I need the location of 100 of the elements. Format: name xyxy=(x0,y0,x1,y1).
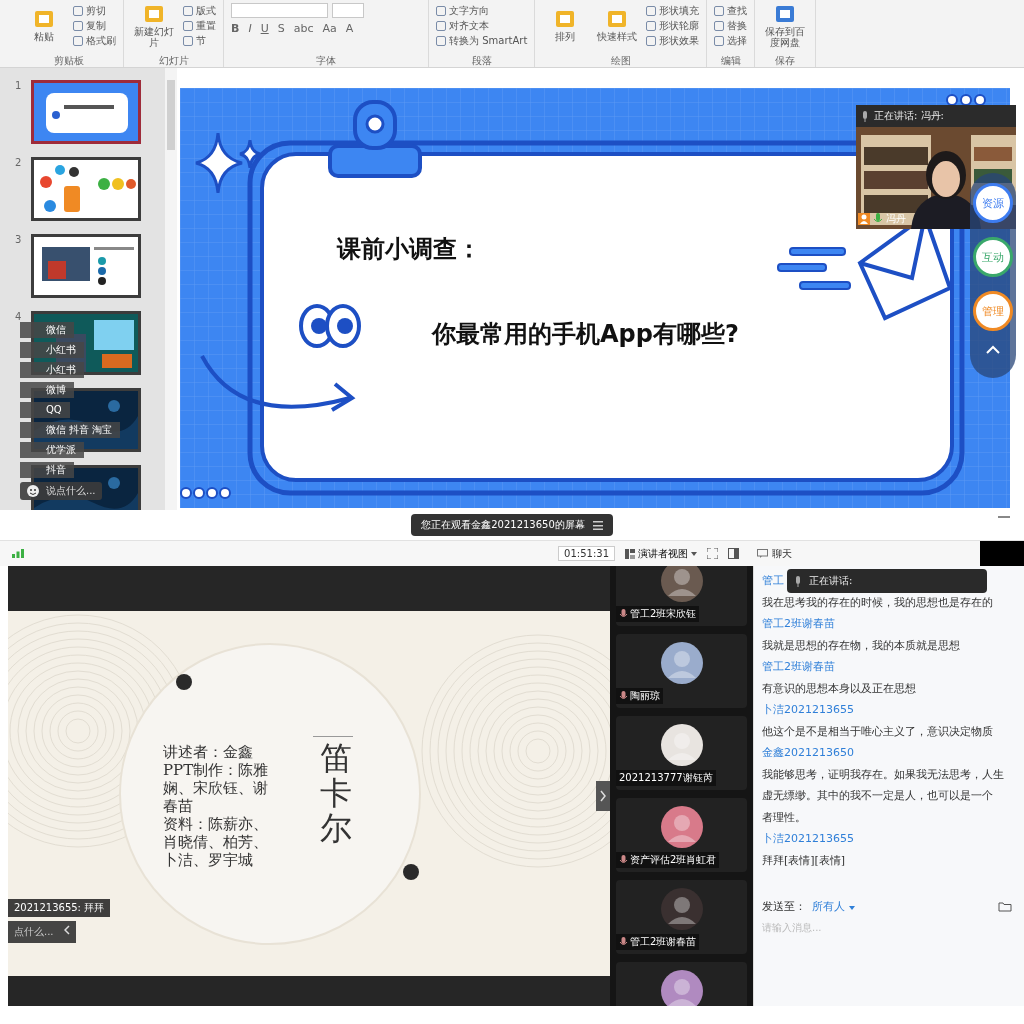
dots-icon xyxy=(180,487,231,499)
ribbon-button[interactable]: 转换为 SmartArt xyxy=(436,33,528,48)
chevron-left-icon xyxy=(63,925,70,935)
participant-name: 陶丽琼 xyxy=(630,689,660,703)
call-timer: 01:51:31 xyxy=(558,546,615,561)
chat-sender: 卜洁2021213655 xyxy=(762,702,854,718)
chat-sender: 管工 xyxy=(762,573,784,589)
format-button[interactable]: Aa xyxy=(322,22,337,35)
chat-sender: 管工2班谢春苗 xyxy=(762,659,835,675)
group-label: 剪贴板 xyxy=(52,54,85,67)
chat-tab[interactable]: 聊天 xyxy=(772,546,792,561)
ribbon-button[interactable]: 保存到百度网盘 xyxy=(762,3,809,48)
list-icon xyxy=(592,520,603,530)
folder-icon[interactable] xyxy=(998,901,1012,912)
font-name-field[interactable] xyxy=(231,3,328,18)
danmaku-message: 微信 xyxy=(20,322,74,338)
chat-message: 我就是思想的存在物，我的本质就是思想 xyxy=(762,637,960,654)
fullscreen-icon[interactable] xyxy=(707,548,718,559)
format-button[interactable]: U xyxy=(260,22,269,35)
speed-lines-icon xyxy=(777,247,851,290)
chat-icon xyxy=(757,549,768,558)
comment-input[interactable]: 点什么... xyxy=(8,921,76,943)
ribbon-button[interactable]: 排列 xyxy=(542,9,589,42)
avatar xyxy=(660,642,703,684)
slide-title: 课前小调查： xyxy=(337,234,481,265)
ribbon-button[interactable]: 替换 xyxy=(714,18,748,33)
ribbon-button[interactable]: 剪切 xyxy=(73,3,116,18)
tool-icon xyxy=(714,35,725,46)
format-button[interactable]: I xyxy=(248,22,252,35)
tool-icon xyxy=(646,35,657,46)
avatar xyxy=(660,806,703,848)
slide-thumbnail[interactable] xyxy=(31,234,141,298)
ribbon-button[interactable]: 版式 xyxy=(183,3,216,18)
tool-icon xyxy=(73,20,83,31)
participant-tile[interactable]: 管工2班谢春苗 xyxy=(616,880,747,954)
ribbon-button[interactable]: 文字方向 xyxy=(436,3,528,18)
chat-message: 有意识的思想本身以及正在思想 xyxy=(762,680,916,697)
ribbon-button[interactable]: 快速样式 xyxy=(594,9,641,42)
danmaku-message: 小红书 xyxy=(20,342,84,358)
slide-thumbnail[interactable] xyxy=(31,157,141,221)
ribbon-button[interactable]: 选择 xyxy=(714,33,748,48)
avatar xyxy=(660,724,703,766)
scrollbar-thumb[interactable] xyxy=(167,80,175,150)
participant-tile[interactable]: 资产评估2班肖虹君 xyxy=(616,798,747,872)
danmaku-message: 微信 抖音 淘宝 xyxy=(20,422,121,438)
panel-icon[interactable] xyxy=(728,548,739,559)
ribbon-button[interactable]: 形状填充 xyxy=(646,3,700,18)
participant-name: 管工2班宋欣钰 xyxy=(630,607,697,621)
comment-input[interactable]: 说点什么... xyxy=(20,482,102,500)
ribbon-button[interactable]: 重置 xyxy=(183,18,216,33)
participant-tile[interactable]: 陶丽琼 xyxy=(616,634,747,708)
expand-handle[interactable] xyxy=(596,781,610,811)
participant-name: 2021213777谢钰芮 xyxy=(619,771,713,785)
format-button[interactable]: abc xyxy=(293,22,314,35)
ribbon-button[interactable]: 对齐文本 xyxy=(436,18,528,33)
chat-message: 我能够思考，证明我存在。如果我无法思考，人生 xyxy=(762,766,1004,783)
ribbon-button[interactable]: 粘贴 xyxy=(21,9,67,42)
participant-tile[interactable]: 管工2班宋欣钰 xyxy=(616,566,747,626)
side-button[interactable]: 资源 xyxy=(973,183,1013,223)
chevron-up-icon xyxy=(985,345,1001,355)
redaction-box xyxy=(980,541,1024,566)
view-mode-button[interactable]: 演讲者视图 xyxy=(625,546,697,561)
avatar xyxy=(660,888,703,930)
ribbon-button[interactable]: 复制 xyxy=(73,18,116,33)
ribbon-button[interactable]: 格式刷 xyxy=(73,33,116,48)
ribbon-button[interactable]: 查找 xyxy=(714,3,748,18)
tool-icon xyxy=(183,5,193,16)
danmaku-message: QQ xyxy=(20,402,70,418)
format-button[interactable]: A xyxy=(345,22,354,35)
microphone-icon xyxy=(619,855,628,865)
chat-message: 虚无缥缈。其中的我不一定是人，也可以是一个 xyxy=(762,788,993,804)
microphone-icon xyxy=(795,575,801,587)
chat-sender: 卜洁2021213655 xyxy=(762,831,854,847)
person-icon xyxy=(858,213,870,225)
format-button[interactable]: S xyxy=(277,22,285,35)
slide-question: 你最常用的手机App有哪些? xyxy=(432,319,739,350)
tool-icon xyxy=(436,35,446,46)
ribbon-button[interactable]: 形状轮廓 xyxy=(646,18,700,33)
ribbon-button[interactable]: 节 xyxy=(183,33,216,48)
danmaku-message: 优学派 xyxy=(20,442,84,458)
format-button[interactable]: B xyxy=(231,22,240,35)
recipient-dropdown[interactable]: 所有人 xyxy=(812,899,855,914)
group-label: 段落 xyxy=(470,54,493,67)
microphone-icon xyxy=(619,691,628,701)
slide-number: 2 xyxy=(15,157,23,168)
slide-number: 3 xyxy=(15,234,23,245)
ribbon-button[interactable]: 形状效果 xyxy=(646,33,700,48)
slide-thumbnail[interactable] xyxy=(31,80,141,144)
title-rule xyxy=(313,736,353,737)
participant-tile[interactable]: 2021213777谢钰芮 xyxy=(616,716,747,790)
caret-icon xyxy=(848,906,855,910)
send-to-label: 发送至： xyxy=(762,899,806,914)
speaker-status: 正在讲话: xyxy=(809,574,853,588)
tool-icon xyxy=(142,3,166,24)
font-size-field[interactable] xyxy=(332,3,364,18)
arrow-icon xyxy=(200,354,356,412)
group-label: 编辑 xyxy=(719,54,742,67)
dot-shape xyxy=(176,674,192,690)
participant-tile[interactable] xyxy=(616,962,747,1006)
ribbon-button[interactable]: 新建幻灯片 xyxy=(131,3,177,48)
